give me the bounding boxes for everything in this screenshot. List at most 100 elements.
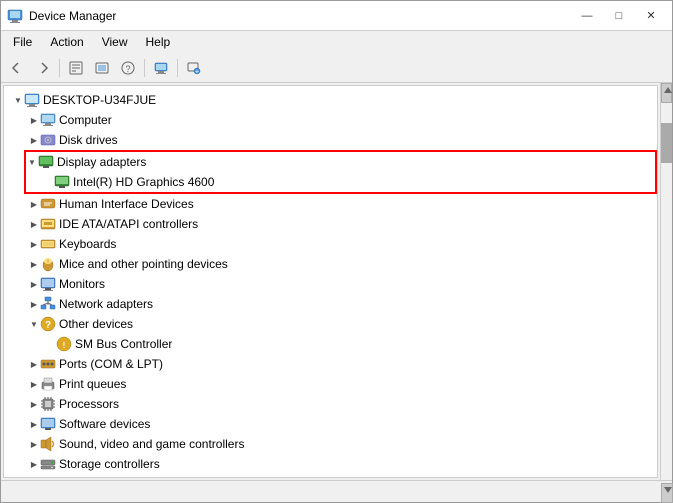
storage-icon xyxy=(40,456,56,472)
tree-item-sm-bus[interactable]: ! SM Bus Controller xyxy=(4,334,657,354)
tree-item-storage[interactable]: Storage controllers xyxy=(4,454,657,474)
storage-expand-icon[interactable] xyxy=(28,458,40,470)
toolbar-devices[interactable] xyxy=(149,56,173,80)
hid-label: Human Interface Devices xyxy=(59,197,194,211)
other-devices-expand-icon[interactable] xyxy=(28,318,40,330)
scrollbar-vertical[interactable] xyxy=(660,83,672,480)
tree-item-software-devices[interactable]: Software devices xyxy=(4,414,657,434)
smbus-label: SM Bus Controller xyxy=(75,337,172,351)
tree-item-disk-drives[interactable]: Disk drives xyxy=(4,130,657,150)
sound-icon xyxy=(40,436,56,452)
menu-file[interactable]: File xyxy=(5,33,40,51)
root-label: DESKTOP-U34FJUE xyxy=(43,93,156,107)
display-expand-icon[interactable] xyxy=(26,156,38,168)
other-devices-icon: ? xyxy=(40,316,56,332)
ide-label: IDE ATA/ATAPI controllers xyxy=(59,217,198,231)
ide-expand-icon[interactable] xyxy=(28,218,40,230)
ports-icon xyxy=(40,356,56,372)
hid-expand-icon[interactable] xyxy=(28,198,40,210)
tree-item-ports[interactable]: Ports (COM & LPT) xyxy=(4,354,657,374)
tree-item-keyboards[interactable]: Keyboards xyxy=(4,234,657,254)
app-icon xyxy=(7,8,23,24)
toolbar-update[interactable] xyxy=(90,56,114,80)
root-expand-icon[interactable] xyxy=(12,94,24,106)
sound-label: Sound, video and game controllers xyxy=(59,437,244,451)
storage-label: Storage controllers xyxy=(59,457,160,471)
keyboards-label: Keyboards xyxy=(59,237,116,251)
toolbar-sep-2 xyxy=(144,59,145,77)
minimize-button[interactable]: — xyxy=(572,6,602,26)
network-expand-icon[interactable] xyxy=(28,298,40,310)
maximize-button[interactable]: □ xyxy=(604,6,634,26)
print-label: Print queues xyxy=(59,377,126,391)
intel-label: Intel(R) HD Graphics 4600 xyxy=(73,175,214,189)
root-icon xyxy=(24,92,40,108)
toolbar-forward[interactable] xyxy=(31,56,55,80)
keyboards-icon xyxy=(40,236,56,252)
tree-item-network[interactable]: Network adapters xyxy=(4,294,657,314)
tree-root[interactable]: DESKTOP-U34FJUE xyxy=(4,90,657,110)
print-expand-icon[interactable] xyxy=(28,378,40,390)
toolbar-properties[interactable] xyxy=(64,56,88,80)
processors-expand-icon[interactable] xyxy=(28,398,40,410)
system-icon xyxy=(40,476,56,478)
svg-text:+: + xyxy=(195,69,199,75)
monitors-expand-icon[interactable] xyxy=(28,278,40,290)
tree-item-ide[interactable]: IDE ATA/ATAPI controllers xyxy=(4,214,657,234)
highlighted-group: Display adapters In xyxy=(24,150,657,194)
menu-help[interactable]: Help xyxy=(138,33,179,51)
title-left: Device Manager xyxy=(7,8,116,24)
menu-action[interactable]: Action xyxy=(42,33,91,51)
tree-item-hid[interactable]: Human Interface Devices xyxy=(4,194,657,214)
software-icon xyxy=(40,416,56,432)
processors-label: Processors xyxy=(59,397,119,411)
toolbar: ? + xyxy=(1,53,672,83)
menu-view[interactable]: View xyxy=(94,33,136,51)
tree-item-monitors[interactable]: Monitors xyxy=(4,274,657,294)
display-adapter-icon xyxy=(38,154,54,170)
software-label: Software devices xyxy=(59,417,150,431)
content-area: DESKTOP-U34FJUE Computer xyxy=(1,83,672,480)
tree-item-sound[interactable]: Sound, video and game controllers xyxy=(4,434,657,454)
window-controls: — □ ✕ xyxy=(572,6,666,26)
tree-item-print[interactable]: Print queues xyxy=(4,374,657,394)
tree-item-intel-hd[interactable]: Intel(R) HD Graphics 4600 xyxy=(26,172,655,192)
tree-item-display-adapters[interactable]: Display adapters xyxy=(26,152,655,172)
disk-expand-icon[interactable] xyxy=(28,134,40,146)
title-bar: Device Manager — □ ✕ xyxy=(1,1,672,31)
tree-item-other-devices[interactable]: ? Other devices xyxy=(4,314,657,334)
tree-item-computer[interactable]: Computer xyxy=(4,110,657,130)
ide-icon xyxy=(40,216,56,232)
other-devices-label: Other devices xyxy=(59,317,133,331)
svg-text:?: ? xyxy=(45,320,51,331)
toolbar-scan[interactable]: + xyxy=(182,56,206,80)
tree-item-mice[interactable]: Mice and other pointing devices xyxy=(4,254,657,274)
tree-view[interactable]: DESKTOP-U34FJUE Computer xyxy=(3,85,658,478)
keyboards-expand-icon[interactable] xyxy=(28,238,40,250)
mice-expand-icon[interactable] xyxy=(28,258,40,270)
software-expand-icon[interactable] xyxy=(28,418,40,430)
mice-label: Mice and other pointing devices xyxy=(59,257,228,271)
network-icon xyxy=(40,296,56,312)
tree-item-system[interactable]: System devices xyxy=(4,474,657,478)
close-button[interactable]: ✕ xyxy=(636,6,666,26)
network-label: Network adapters xyxy=(59,297,153,311)
svg-text:!: ! xyxy=(63,341,66,350)
scroll-thumb[interactable] xyxy=(661,123,672,163)
monitors-icon xyxy=(40,276,56,292)
scroll-up-btn[interactable] xyxy=(661,83,672,103)
computer-expand-icon[interactable] xyxy=(28,114,40,126)
tree-item-processors[interactable]: Processors xyxy=(4,394,657,414)
computer-icon xyxy=(40,112,56,128)
computer-label: Computer xyxy=(59,113,112,127)
toolbar-sep-1 xyxy=(59,59,60,77)
svg-text:?: ? xyxy=(125,64,130,74)
toolbar-help[interactable]: ? xyxy=(116,56,140,80)
disk-label: Disk drives xyxy=(59,133,118,147)
toolbar-back[interactable] xyxy=(5,56,29,80)
monitors-label: Monitors xyxy=(59,277,105,291)
ports-expand-icon[interactable] xyxy=(28,358,40,370)
sound-expand-icon[interactable] xyxy=(28,438,40,450)
hid-icon xyxy=(40,196,56,212)
toolbar-sep-3 xyxy=(177,59,178,77)
